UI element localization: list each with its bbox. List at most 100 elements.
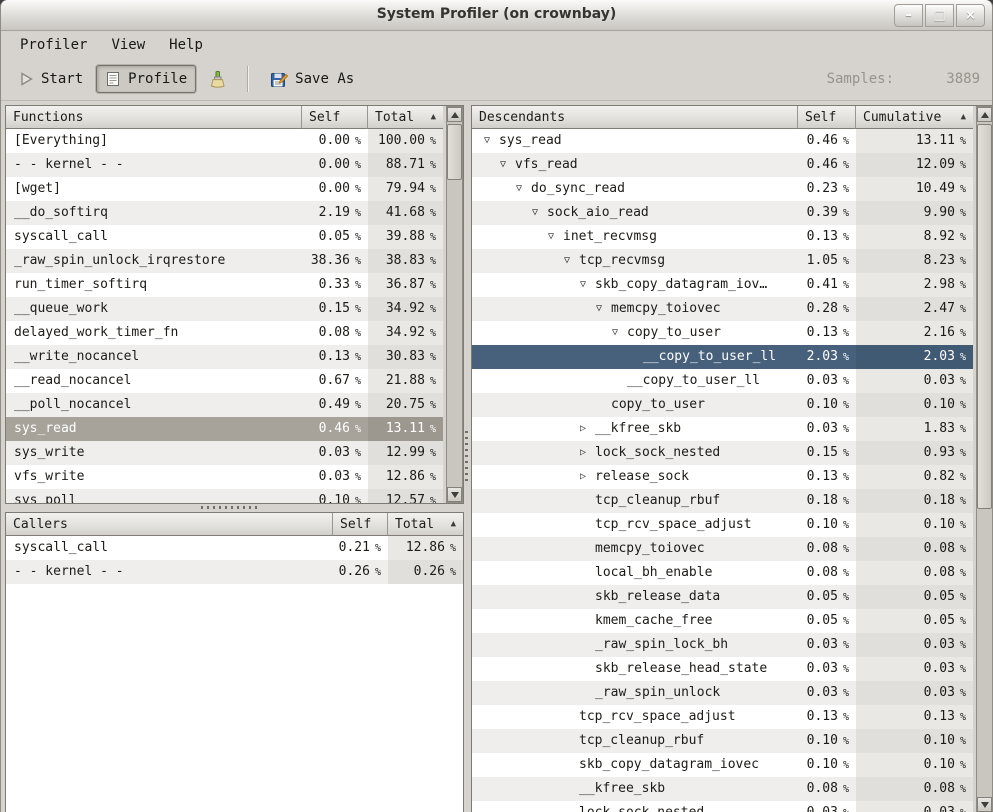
table-row[interactable]: _raw_spin_lock_bh0.03%0.03% xyxy=(472,633,973,657)
table-row[interactable]: tcp_rcv_space_adjust0.10%0.10% xyxy=(472,513,973,537)
column-header-callers[interactable]: Callers xyxy=(6,513,333,536)
table-row[interactable]: ▽tcp_recvmsg1.05%8.23% xyxy=(472,249,973,273)
column-header-self[interactable]: Self xyxy=(798,106,856,129)
expander-open-icon[interactable]: ▽ xyxy=(516,177,531,201)
table-row[interactable]: ▽inet_recvmsg0.13%8.92% xyxy=(472,225,973,249)
column-label: Callers xyxy=(13,517,68,532)
expander-closed-icon[interactable]: ▷ xyxy=(580,465,595,489)
percent-value: 0.26 xyxy=(339,560,370,584)
table-row[interactable]: ▽copy_to_user0.13%2.16% xyxy=(472,321,973,345)
table-row[interactable]: __copy_to_user_ll0.03%0.03% xyxy=(472,369,973,393)
scrollbar-trough[interactable] xyxy=(977,122,992,797)
menu-help[interactable]: Help xyxy=(160,34,212,56)
table-row[interactable]: skb_release_data0.05%0.05% xyxy=(472,585,973,609)
table-row-selected[interactable]: __copy_to_user_ll2.03%2.03% xyxy=(472,345,973,369)
table-row[interactable]: __write_nocancel0.13%30.83% xyxy=(6,345,443,369)
table-row[interactable]: __do_softirq2.19%41.68% xyxy=(6,201,443,225)
minimize-button[interactable]: – xyxy=(894,4,923,27)
vertical-splitter-grip[interactable] xyxy=(465,431,468,483)
table-row[interactable]: memcpy_toiovec0.08%0.08% xyxy=(472,537,973,561)
table-row[interactable]: tcp_rcv_space_adjust0.13%0.13% xyxy=(472,705,973,729)
table-row[interactable]: skb_release_head_state0.03%0.03% xyxy=(472,657,973,681)
table-row[interactable]: ▷__kfree_skb0.03%1.83% xyxy=(472,417,973,441)
table-row[interactable]: _raw_spin_unlock_irqrestore38.36%38.83% xyxy=(6,249,443,273)
expander-open-icon[interactable]: ▽ xyxy=(564,249,579,273)
menu-view[interactable]: View xyxy=(102,34,154,56)
table-row[interactable]: - - kernel - -0.26%0.26% xyxy=(6,560,463,584)
table-row[interactable]: ▽memcpy_toiovec0.28%2.47% xyxy=(472,297,973,321)
table-row[interactable]: ▽sock_aio_read0.39%9.90% xyxy=(472,201,973,225)
expander-open-icon[interactable]: ▽ xyxy=(548,225,563,249)
expander-open-icon[interactable]: ▽ xyxy=(612,321,627,345)
table-row[interactable]: syscall_call0.05%39.88% xyxy=(6,225,443,249)
percent-value: 2.98 xyxy=(924,273,955,297)
table-row[interactable]: [wget]0.00%79.94% xyxy=(6,177,443,201)
table-row[interactable]: lock_sock_nested0.03%0.03% xyxy=(472,801,973,812)
column-header-total[interactable]: Total ▲ xyxy=(388,513,463,536)
table-row[interactable]: __queue_work0.15%34.92% xyxy=(6,297,443,321)
column-header-functions[interactable]: Functions xyxy=(6,106,302,129)
expander-open-icon[interactable]: ▽ xyxy=(596,297,611,321)
functions-scrollbar[interactable] xyxy=(446,106,463,503)
close-button[interactable]: × xyxy=(956,4,985,27)
table-row[interactable]: __poll_nocancel0.49%20.75% xyxy=(6,393,443,417)
table-row[interactable]: ▷lock_sock_nested0.15%0.93% xyxy=(472,441,973,465)
table-row[interactable]: tcp_cleanup_rbuf0.18%0.18% xyxy=(472,489,973,513)
expander-open-icon[interactable]: ▽ xyxy=(484,129,499,153)
expander-open-icon[interactable]: ▽ xyxy=(580,273,595,297)
table-row[interactable]: local_bh_enable0.08%0.08% xyxy=(472,561,973,585)
table-row-selected[interactable]: sys_read0.46%13.11% xyxy=(6,417,443,441)
column-header-self[interactable]: Self xyxy=(302,106,368,129)
table-row[interactable]: ▽skb_copy_datagram_iov…0.41%2.98% xyxy=(472,273,973,297)
scroll-down-button[interactable] xyxy=(447,487,462,502)
column-header-cumulative[interactable]: Cumulative ▲ xyxy=(856,106,973,129)
scroll-up-button[interactable] xyxy=(447,107,462,122)
descendants-scrollbar[interactable] xyxy=(976,106,993,812)
table-row[interactable]: kmem_cache_free0.05%0.05% xyxy=(472,609,973,633)
column-header-descendants[interactable]: Descendants xyxy=(472,106,798,129)
reset-button[interactable] xyxy=(200,65,235,94)
table-row[interactable]: __kfree_skb0.08%0.08% xyxy=(472,777,973,801)
table-row[interactable]: _raw_spin_unlock0.03%0.03% xyxy=(472,681,973,705)
table-row[interactable]: tcp_cleanup_rbuf0.10%0.10% xyxy=(472,729,973,753)
table-row[interactable]: sys_write0.03%12.99% xyxy=(6,441,443,465)
table-row[interactable]: - - kernel - -0.00%88.71% xyxy=(6,153,443,177)
percent-cell: 38.36% xyxy=(302,249,368,273)
scrollbar-trough[interactable] xyxy=(447,122,462,487)
percent-cell: 0.13% xyxy=(798,705,856,729)
scroll-down-button[interactable] xyxy=(977,797,992,812)
table-row[interactable]: [Everything]0.00%100.00% xyxy=(6,129,443,153)
table-row[interactable]: vfs_write0.03%12.86% xyxy=(6,465,443,489)
table-row[interactable]: sys_poll0.10%12.57% xyxy=(6,489,443,503)
table-row[interactable]: skb_copy_datagram_iovec0.10%0.10% xyxy=(472,753,973,777)
percent-value: 0.03 xyxy=(807,417,838,441)
save-as-button[interactable]: Save As xyxy=(261,65,363,94)
tree-indent xyxy=(480,621,580,622)
expander-open-icon[interactable]: ▽ xyxy=(500,153,515,177)
table-row[interactable]: ▽do_sync_read0.23%10.49% xyxy=(472,177,973,201)
expander-closed-icon[interactable]: ▷ xyxy=(580,441,595,465)
menu-profiler[interactable]: Profiler xyxy=(11,34,96,56)
table-row[interactable]: copy_to_user0.10%0.10% xyxy=(472,393,973,417)
expander-closed-icon[interactable]: ▷ xyxy=(580,417,595,441)
column-header-total[interactable]: Total ▲ xyxy=(368,106,443,129)
scroll-up-button[interactable] xyxy=(977,107,992,122)
start-button[interactable]: Start xyxy=(9,65,92,93)
table-row[interactable]: ▽sys_read0.46%13.11% xyxy=(472,129,973,153)
table-row[interactable]: run_timer_softirq0.33%36.87% xyxy=(6,273,443,297)
table-row[interactable]: syscall_call0.21%12.86% xyxy=(6,536,463,560)
table-row[interactable]: __read_nocancel0.67%21.88% xyxy=(6,369,443,393)
profile-toggle-button[interactable]: Profile xyxy=(96,65,196,93)
table-row[interactable]: ▽vfs_read0.46%12.09% xyxy=(472,153,973,177)
table-row[interactable]: ▷release_sock0.13%0.82% xyxy=(472,465,973,489)
scrollbar-thumb[interactable] xyxy=(447,124,462,180)
percent-cell: 8.23% xyxy=(856,249,973,273)
table-row[interactable]: delayed_work_timer_fn0.08%34.92% xyxy=(6,321,443,345)
expander-open-icon[interactable]: ▽ xyxy=(532,201,547,225)
horizontal-splitter-grip[interactable] xyxy=(201,506,257,509)
column-header-self[interactable]: Self xyxy=(333,513,388,536)
percent-sign: % xyxy=(843,322,849,345)
percent-value: 0.10 xyxy=(807,753,838,777)
maximize-button[interactable]: □ xyxy=(925,4,954,27)
scrollbar-thumb[interactable] xyxy=(977,124,992,509)
